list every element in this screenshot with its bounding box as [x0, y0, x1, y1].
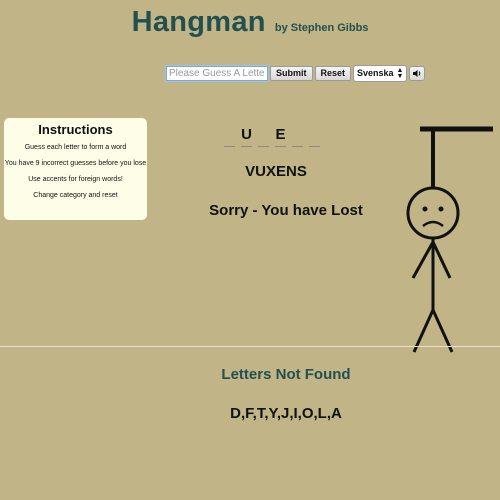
author-byline: by Stephen Gibbs	[274, 22, 369, 34]
game-status: Sorry - You have Lost	[209, 202, 363, 219]
letter-slot: E	[275, 126, 286, 147]
language-select-value: Svenska	[357, 68, 394, 78]
select-arrows-icon: ▲ ▼	[396, 66, 404, 80]
missed-letters-title: Letters Not Found	[221, 366, 351, 383]
hangman-right-eye	[438, 206, 444, 212]
guess-input[interactable]	[166, 66, 268, 81]
sound-button[interactable]	[409, 66, 426, 81]
instruction-line: Use accents for foreign words!	[28, 176, 123, 183]
speaker-icon	[413, 70, 421, 77]
hangman-head	[406, 186, 460, 240]
instruction-line: Guess each letter to form a word	[24, 144, 127, 151]
revealed-answer: VUXENS	[245, 163, 307, 180]
letter-slot: U	[241, 126, 252, 147]
controls-bar: Submit Reset Svenska ▲▼	[166, 65, 426, 82]
submit-button[interactable]: Submit	[270, 66, 313, 81]
letter-slot	[224, 126, 235, 147]
hangman-left-arm	[411, 241, 435, 279]
instructions-title: Instructions	[38, 122, 113, 137]
hangman-drawing	[406, 126, 493, 353]
hangman-frown	[422, 220, 444, 228]
instruction-line: You have 9 incorrect guesses before you …	[4, 160, 147, 167]
page-title: Hangman	[131, 6, 266, 38]
instructions-panel: Instructions Guess each letter to form a…	[4, 118, 147, 220]
missed-letters-list: D,F,T,Y,J,I,O,L,A	[230, 405, 342, 422]
section-divider	[0, 346, 500, 347]
word-slots: U E	[224, 126, 320, 147]
hangman-left-eye	[422, 206, 428, 212]
letter-slot	[309, 126, 320, 147]
hangman-right-arm	[431, 241, 452, 279]
language-select[interactable]: Svenska ▲ ▼	[353, 65, 408, 82]
letter-slot	[292, 126, 303, 147]
instruction-line: Change category and reset	[33, 192, 118, 199]
reset-button[interactable]: Reset	[314, 66, 352, 81]
letter-slot	[258, 126, 269, 147]
page-header: Hangman by Stephen Gibbs	[0, 6, 500, 39]
